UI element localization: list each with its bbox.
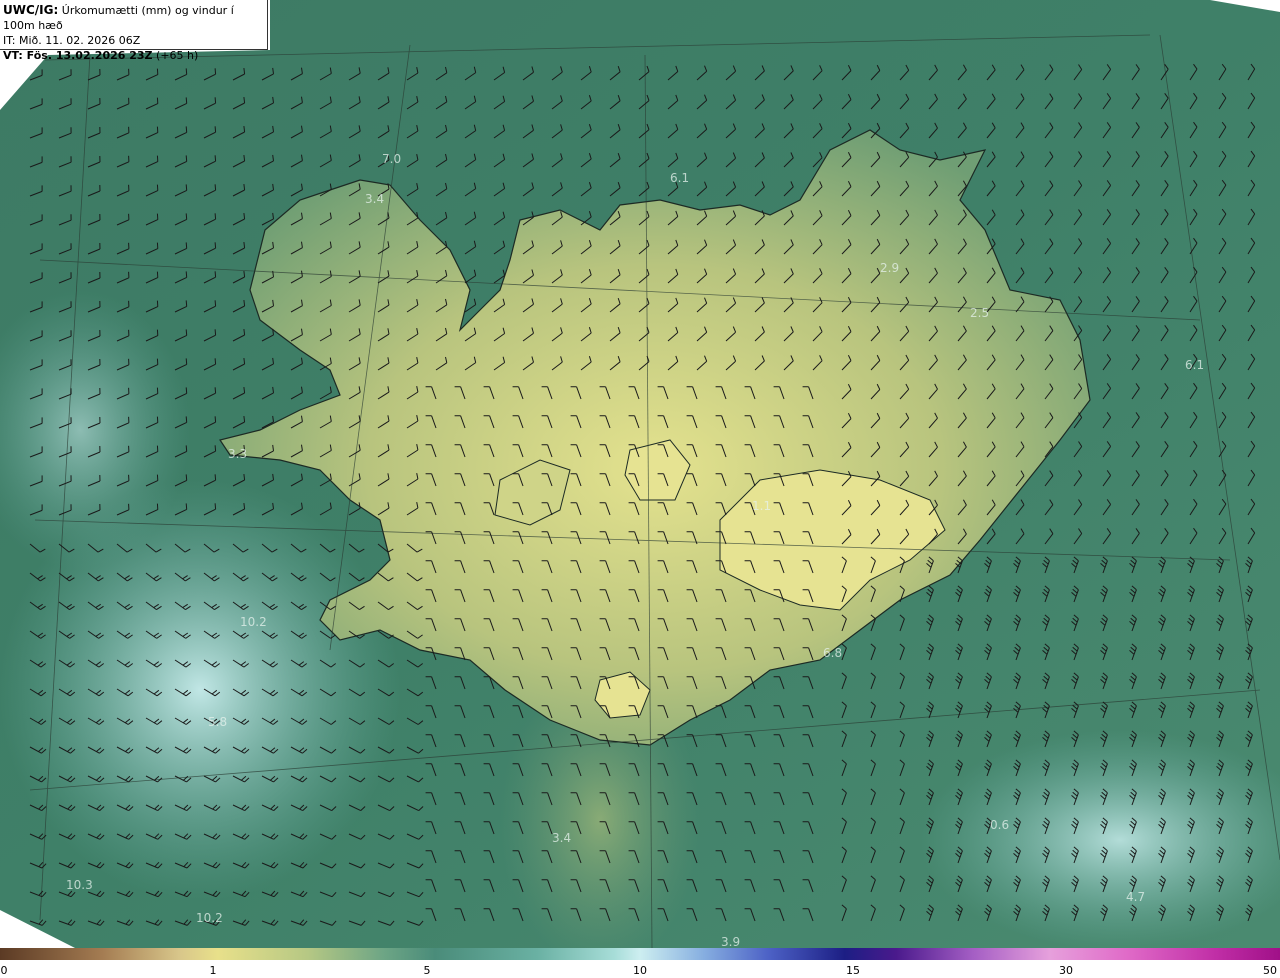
legend-tick: 30 — [1059, 964, 1073, 977]
wind-barb-feather — [243, 155, 246, 162]
wind-barb-feather — [243, 474, 246, 481]
legend-tick: 5 — [423, 964, 431, 977]
wind-barb-feather — [185, 329, 188, 336]
wind-barb-feather — [243, 387, 246, 394]
legend-tick: 1 — [209, 964, 217, 977]
wind-barb-feather — [185, 358, 188, 365]
precipitation-wind-map: 7.0 6.1 3.4 2.9 2.5 6.1 3.3 1.1 10.2 6.8… — [0, 0, 1280, 948]
wind-barb-feather — [243, 126, 246, 133]
wind-barb-feather — [243, 271, 246, 278]
map-label: 10.2 — [196, 911, 223, 925]
wind-barb-feather — [185, 155, 188, 162]
map-label: 6.8 — [823, 646, 842, 660]
map-label: 7.0 — [382, 152, 401, 166]
wind-barb-feather — [214, 387, 217, 394]
wind-barb-feather — [185, 416, 188, 423]
map-label: 3.3 — [228, 447, 247, 461]
wind-barb-feather — [185, 387, 188, 394]
wind-barb-feather — [185, 97, 188, 104]
map-label: 4.7 — [1126, 890, 1145, 904]
map-label: 10.3 — [66, 878, 93, 892]
wind-barb-feather — [185, 126, 188, 133]
color-scale-legend: 0 1 5 10 15 30 50 — [0, 948, 1280, 978]
wind-barb-feather — [243, 242, 246, 249]
legend-tick: 50 — [1263, 964, 1277, 977]
map-label: 0.6 — [990, 818, 1009, 832]
map-label: 10.2 — [240, 615, 267, 629]
legend-tick: 15 — [846, 964, 860, 977]
wind-barb-feather — [243, 300, 246, 307]
valid-time-bold: VT: Fös. 13.02.2026 23Z — [3, 49, 153, 62]
legend-tick: 0 — [0, 964, 8, 977]
map-label: 6.1 — [670, 171, 689, 185]
map-label: 2.9 — [880, 261, 899, 275]
wind-barb-feather — [185, 242, 188, 249]
wind-barb-feather — [243, 184, 246, 191]
wind-barb-feather — [214, 416, 217, 423]
wind-barb-feather — [214, 329, 217, 336]
wind-barb-feather — [214, 503, 217, 510]
wind-barb-feather — [185, 271, 188, 278]
wind-barb-feather — [214, 242, 217, 249]
valid-time: VT: Fös. 13.02.2026 23Z (+65 h) — [3, 48, 267, 63]
wind-barb-feather — [243, 68, 246, 75]
wind-barb-feather — [185, 213, 188, 220]
wind-barb-feather — [243, 358, 246, 365]
legend-tick: 10 — [633, 964, 647, 977]
wind-barb-feather — [214, 271, 217, 278]
wind-barb-feather — [185, 300, 188, 307]
wind-barb-feather — [214, 68, 217, 75]
map-label: 3.4 — [552, 831, 571, 845]
wind-barb-feather — [243, 213, 246, 220]
wind-barb-feather — [185, 503, 188, 510]
wind-barb-feather — [243, 329, 246, 336]
wind-barb-feather — [214, 300, 217, 307]
forecast-hour: (+65 h) — [152, 49, 199, 62]
initial-time: IT: Mið. 11. 02. 2026 06Z — [3, 34, 141, 47]
map-label: 6.1 — [1185, 358, 1204, 372]
wind-barb-feather — [243, 97, 246, 104]
map-title: UWC/IG: Úrkomumætti (mm) og vindur í 100… — [3, 3, 267, 33]
wind-barb-feather — [185, 474, 188, 481]
map-info-box: UWC/IG: Úrkomumætti (mm) og vindur í 100… — [0, 0, 268, 62]
wind-barb-feather — [214, 358, 217, 365]
wind-barb-feather — [214, 184, 217, 191]
map-label: 3.4 — [365, 192, 384, 206]
wind-barb-feather — [243, 416, 246, 423]
wind-barb-feather — [214, 97, 217, 104]
wind-barb-feather — [243, 503, 246, 510]
wind-barb-feather — [214, 213, 217, 220]
wind-barb-feather — [214, 474, 217, 481]
wind-barb-feather — [185, 68, 188, 75]
wind-barb-feather — [214, 445, 217, 452]
map-label: 5.8 — [208, 715, 227, 729]
map-label: 2.5 — [970, 306, 989, 320]
map-label: 1.1 — [752, 499, 771, 513]
color-scale-bar — [0, 948, 1280, 960]
wind-barb-feather — [185, 445, 188, 452]
model-code: UWC/IG: — [3, 3, 59, 17]
wind-barb-feather — [214, 155, 217, 162]
wind-barb-feather — [214, 126, 217, 133]
wind-barb-feather — [185, 184, 188, 191]
map-label: 3.9 — [721, 935, 740, 948]
